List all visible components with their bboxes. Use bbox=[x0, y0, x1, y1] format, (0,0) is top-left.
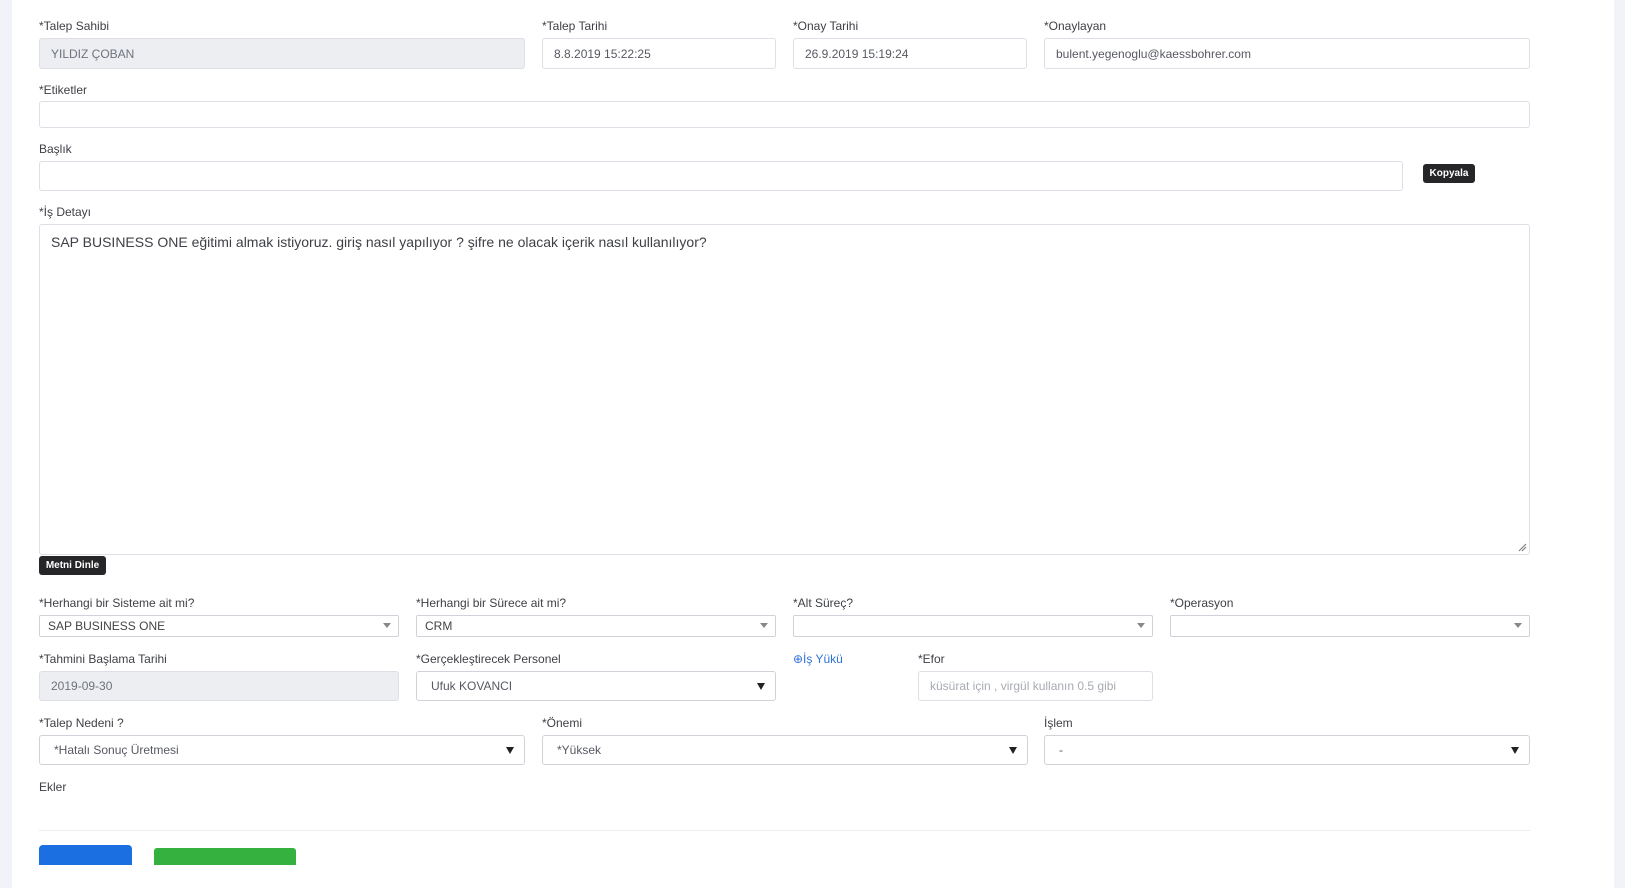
chevron-down-icon bbox=[1137, 623, 1145, 628]
talep-nedeni-select[interactable]: *Hatalı Sonuç Üretmesi bbox=[39, 735, 525, 765]
talep-tarihi-label: *Talep Tarihi bbox=[542, 19, 608, 33]
divider bbox=[39, 830, 1530, 831]
metni-dinle-button[interactable]: Metni Dinle bbox=[39, 556, 106, 575]
islem-value: - bbox=[1059, 743, 1063, 757]
onay-tarihi-label: *Onay Tarihi bbox=[793, 19, 859, 33]
baslama-tarihi-label: *Tahmini Başlama Tarihi bbox=[39, 652, 167, 666]
surec-select[interactable]: CRM bbox=[416, 615, 776, 637]
is-detayi-label: *İş Detayı bbox=[39, 205, 92, 219]
is-detayi-text: SAP BUSINESS ONE eğitimi almak istiyoruz… bbox=[51, 234, 707, 250]
chevron-down-icon bbox=[760, 623, 768, 628]
resize-handle-icon[interactable] bbox=[1517, 542, 1527, 552]
personel-label: *Gerçekleştirecek Personel bbox=[416, 652, 561, 666]
islem-label: İşlem bbox=[1044, 716, 1073, 730]
onemi-select[interactable]: *Yüksek bbox=[542, 735, 1028, 765]
onaylayan-label: *Onaylayan bbox=[1044, 19, 1107, 33]
is-detayi-textarea[interactable]: SAP BUSINESS ONE eğitimi almak istiyoruz… bbox=[39, 224, 1530, 555]
baslik-field[interactable] bbox=[39, 161, 1403, 191]
efor-input[interactable]: küsürat için , virgül kullanın 0.5 gibi bbox=[918, 671, 1153, 701]
is-yuku-link[interactable]: ⊕İş Yükü bbox=[793, 652, 843, 666]
kopyala-button[interactable]: Kopyala bbox=[1423, 164, 1475, 183]
alt-surec-select[interactable] bbox=[793, 615, 1153, 637]
talep-sahibi-label: *Talep Sahibi bbox=[39, 19, 110, 33]
talep-tarihi-field[interactable]: 8.8.2019 15:22:25 bbox=[542, 38, 776, 69]
onay-tarihi-field[interactable]: 26.9.2019 15:19:24 bbox=[793, 38, 1027, 69]
operasyon-label: *Operasyon bbox=[1170, 596, 1234, 610]
onemi-value: *Yüksek bbox=[557, 743, 602, 757]
baslama-tarihi-field[interactable]: 2019-09-30 bbox=[39, 671, 399, 701]
chevron-down-icon bbox=[1009, 747, 1017, 754]
baslik-label: Başlık bbox=[39, 142, 72, 156]
talep-nedeni-value: *Hatalı Sonuç Üretmesi bbox=[54, 743, 179, 757]
surec-select-value: CRM bbox=[425, 619, 453, 633]
efor-label: *Efor bbox=[918, 652, 945, 666]
secondary-action-button[interactable] bbox=[154, 848, 296, 865]
talep-sahibi-field[interactable]: YILDIZ ÇOBAN bbox=[39, 38, 525, 69]
sistem-select-value: SAP BUSINESS ONE bbox=[48, 619, 166, 633]
personel-select[interactable]: Ufuk KOVANCI bbox=[416, 671, 776, 701]
operasyon-select[interactable] bbox=[1170, 615, 1530, 637]
primary-action-button[interactable] bbox=[39, 845, 132, 865]
chevron-down-icon bbox=[1514, 623, 1522, 628]
alt-surec-label: *Alt Süreç? bbox=[793, 596, 854, 610]
islem-select[interactable]: - bbox=[1044, 735, 1530, 765]
personel-select-value: Ufuk KOVANCI bbox=[431, 679, 513, 693]
form-panel: *Talep Sahibi YILDIZ ÇOBAN *Talep Tarihi… bbox=[12, 0, 1614, 888]
chevron-down-icon bbox=[1511, 747, 1519, 754]
chevron-down-icon bbox=[383, 623, 391, 628]
talep-nedeni-label: *Talep Nedeni ? bbox=[39, 716, 124, 730]
sistem-label: *Herhangi bir Sisteme ait mi? bbox=[39, 596, 195, 610]
chevron-down-icon bbox=[757, 683, 765, 690]
onemi-label: *Önemi bbox=[542, 716, 583, 730]
etiketler-label: *Etiketler bbox=[39, 83, 88, 97]
etiketler-field[interactable] bbox=[39, 101, 1530, 128]
ekler-label: Ekler bbox=[39, 780, 67, 794]
sistem-select[interactable]: SAP BUSINESS ONE bbox=[39, 615, 399, 637]
onaylayan-field[interactable]: bulent.yegenoglu@kaessbohrer.com bbox=[1044, 38, 1530, 69]
surec-label: *Herhangi bir Sürece ait mi? bbox=[416, 596, 567, 610]
chevron-down-icon bbox=[506, 747, 514, 754]
